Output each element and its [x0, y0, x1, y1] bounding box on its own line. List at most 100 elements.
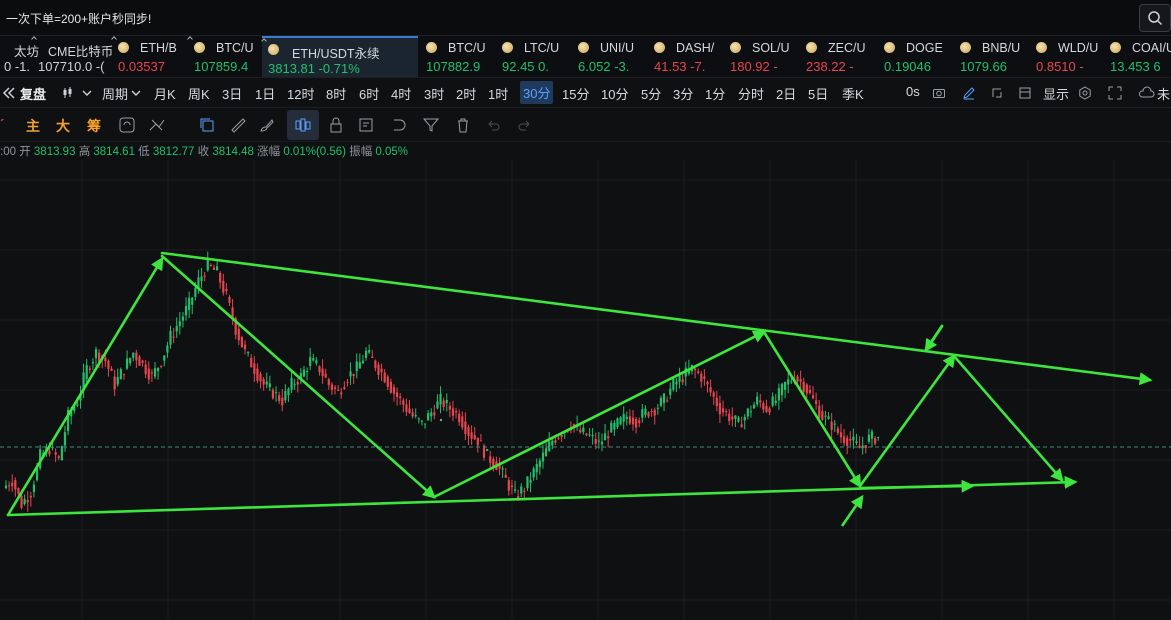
candle-body — [510, 485, 514, 488]
candle-body — [54, 452, 57, 455]
period-tab[interactable]: 1日 — [255, 84, 275, 103]
chevron-down-icon[interactable] — [129, 86, 143, 100]
period-tab[interactable]: 1分 — [705, 84, 725, 103]
amplitude-value: 0.05% — [375, 146, 409, 158]
candle-body — [802, 381, 805, 392]
trash-icon[interactable] — [454, 116, 472, 134]
redo-icon[interactable] — [516, 116, 534, 134]
candle-body — [448, 405, 451, 410]
ticker-item[interactable]: BTC/U 107859.4 — [187, 36, 264, 77]
candle-body — [411, 412, 414, 417]
ticker-item[interactable]: ZEC/U 238.22 - — [800, 36, 876, 77]
period-tab[interactable]: 6时 — [359, 84, 379, 103]
candle-body — [523, 490, 526, 492]
coin-icon — [194, 42, 205, 53]
fullscreen-icon[interactable] — [1108, 86, 1122, 100]
trend-tool-icon[interactable] — [148, 116, 166, 134]
note-icon[interactable] — [357, 116, 375, 134]
candle-body — [771, 396, 774, 406]
period-tab[interactable]: 5日 — [808, 84, 828, 103]
big-order-button[interactable]: 大 — [56, 116, 70, 136]
search-button[interactable] — [1139, 4, 1171, 32]
candle-body — [445, 399, 448, 404]
promo-banner[interactable]: 一次下单=200+账户秒同步! — [6, 10, 151, 27]
ticker-item[interactable]: CME比特币 107710.0 -( — [31, 36, 113, 77]
candle-body — [678, 375, 681, 382]
ticker-item[interactable]: BNB/U 1079.66 — [954, 36, 1030, 77]
candle-body — [613, 422, 616, 430]
ticker-item[interactable]: ETH/B 0.03537 — [111, 36, 188, 77]
camera-icon[interactable] — [932, 86, 946, 100]
cloud-icon[interactable] — [1138, 86, 1155, 100]
period-tab[interactable]: 10分 — [601, 84, 628, 103]
candle-body — [672, 378, 675, 390]
refresh-tool-icon[interactable] — [118, 116, 136, 134]
candle-body — [284, 390, 287, 401]
price-chart[interactable] — [0, 160, 1171, 620]
chart-type-icon[interactable] — [62, 86, 76, 100]
period-tab[interactable]: 2日 — [776, 84, 796, 103]
candle-body — [734, 415, 737, 420]
period-tab[interactable]: 月K — [154, 84, 176, 103]
ticker-item[interactable]: SOL/U 180.92 - — [724, 36, 800, 77]
chips-button[interactable]: 筹 — [87, 116, 101, 136]
copy-tool-icon[interactable] — [198, 116, 216, 134]
replay-button[interactable]: 复盘 — [20, 84, 46, 103]
candle-body — [846, 437, 849, 446]
ticker-item[interactable]: UNI/U 6.052 -3. — [572, 36, 648, 77]
period-tab[interactable]: 1时 — [488, 84, 508, 103]
ticker-item[interactable]: COAI/U 13.453 6 — [1104, 36, 1171, 77]
cycle-dropdown[interactable]: 周期 — [102, 84, 128, 103]
candle-body — [389, 381, 392, 393]
period-tab[interactable]: 3日 — [222, 84, 242, 103]
candle-body — [780, 383, 784, 396]
candle-body — [181, 316, 185, 321]
candle-body — [383, 372, 386, 383]
search-icon — [1148, 11, 1163, 26]
candle-tool-icon[interactable] — [294, 116, 312, 134]
chevron-down-icon[interactable] — [80, 86, 94, 100]
ticker-item[interactable]: DOGE 0.19046 — [878, 36, 954, 77]
period-tab[interactable]: 3分 — [673, 84, 693, 103]
drawing-toolbar: ˊ 主 大 筹 — [0, 108, 1171, 142]
period-tab[interactable]: 12时 — [287, 84, 314, 103]
candle-body — [476, 437, 479, 446]
candle-body — [454, 411, 458, 413]
magnet-icon[interactable] — [390, 116, 408, 134]
candle-body — [225, 288, 228, 291]
candle-body — [715, 397, 718, 407]
period-tab[interactable]: 周K — [188, 84, 210, 103]
ticker-item[interactable]: ETH/USDT永续 3813.81 -0.71% — [261, 36, 418, 77]
period-tab[interactable]: 5分 — [641, 84, 661, 103]
settings-icon[interactable] — [1078, 86, 1092, 100]
candle-body — [666, 400, 669, 402]
candle-body — [486, 449, 489, 451]
period-tab[interactable]: 15分 — [562, 84, 589, 103]
period-tab[interactable]: 3时 — [424, 84, 444, 103]
ticker-item[interactable]: LTC/U 92.45 0. — [496, 36, 572, 77]
brush-icon[interactable] — [258, 116, 276, 134]
period-tab[interactable]: 4时 — [391, 84, 411, 103]
candle-body — [20, 496, 23, 508]
ticker-item[interactable]: BTC/U 107882.9 — [420, 36, 496, 77]
filter-icon[interactable] — [422, 116, 440, 134]
display-button[interactable]: 显示 — [1043, 84, 1069, 103]
main-force-button[interactable]: 主 — [26, 116, 40, 136]
layout-icon[interactable] — [1018, 86, 1032, 100]
ticker-item[interactable]: WLD/U 0.8510 - — [1030, 36, 1106, 77]
ticker-price: 0.8510 - — [1036, 59, 1084, 74]
window-icon[interactable] — [990, 86, 1004, 100]
ticker-price: 3813.81 -0.71% — [268, 61, 360, 76]
ticker-item[interactable]: DASH/41.53 -7. — [648, 36, 724, 77]
ruler-icon[interactable] — [229, 116, 247, 134]
pencil-icon[interactable] — [962, 86, 976, 100]
period-tab[interactable]: 30分 — [520, 81, 554, 104]
candle-body — [188, 297, 191, 311]
lock-icon[interactable] — [327, 116, 345, 134]
period-tab[interactable]: 分时 — [738, 84, 764, 103]
period-tab[interactable]: 2时 — [456, 84, 476, 103]
period-tab[interactable]: 季K — [842, 84, 864, 103]
period-tab[interactable]: 8时 — [326, 84, 346, 103]
replay-icon[interactable] — [2, 86, 16, 100]
undo-icon[interactable] — [484, 116, 502, 134]
